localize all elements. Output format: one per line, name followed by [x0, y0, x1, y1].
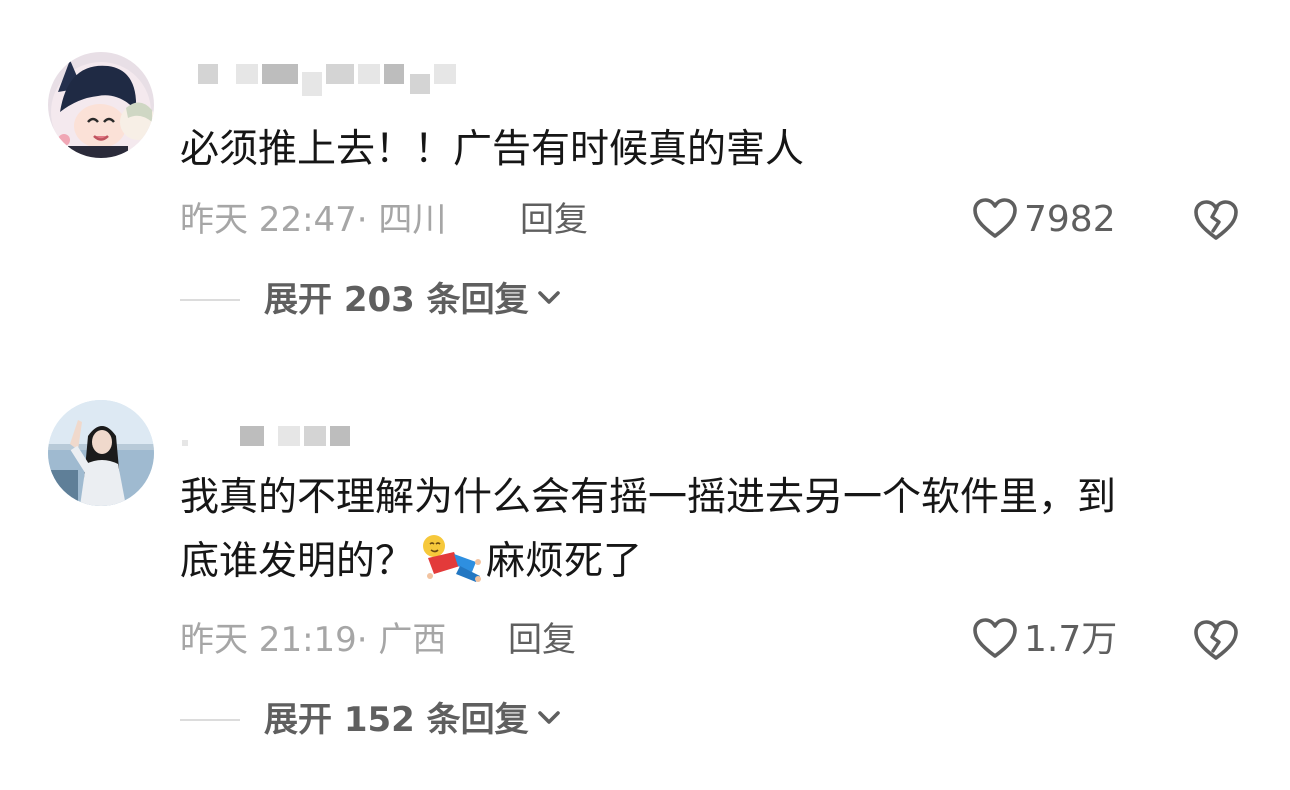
- comment-text-segment: 底谁发明的？: [180, 539, 415, 584]
- divider: [180, 719, 240, 721]
- expand-replies-label: 展开 203 条回复: [264, 280, 529, 320]
- comment-item: 必须推上去！！广告有时候真的害人 昨天 22:47· 四川 回复 7982 展开…: [0, 0, 1290, 360]
- comment-item: 我真的不理解为什么会有摇一摇进去另一个软件里，到 底谁发明的？ 麻烦死了 昨天 …: [0, 380, 1290, 790]
- comment-time: 昨天 22:47: [180, 200, 357, 240]
- lying-down-emoji-icon: [420, 532, 482, 584]
- comment-location: · 广西: [356, 620, 447, 660]
- avatar[interactable]: [48, 52, 154, 158]
- reply-button[interactable]: 回复: [508, 618, 576, 662]
- like-button[interactable]: 7982: [972, 198, 1116, 242]
- broken-heart-icon: [1192, 620, 1240, 666]
- expand-replies-button[interactable]: 展开 203 条回复: [180, 278, 561, 322]
- like-count: 7982: [1024, 199, 1116, 240]
- comment-text-segment: 麻烦死了: [486, 539, 643, 584]
- comment-text-line: 底谁发明的？ 麻烦死了: [180, 530, 1116, 594]
- expand-replies-button[interactable]: 展开 152 条回复: [180, 698, 561, 742]
- comment-time: 昨天 21:19: [180, 620, 357, 660]
- divider: [180, 299, 240, 301]
- dislike-button[interactable]: [1192, 618, 1240, 662]
- comment-meta: 昨天 22:47· 四川: [180, 198, 446, 242]
- comment-text-line: 我真的不理解为什么会有摇一摇进去另一个软件里，到: [180, 475, 1117, 520]
- heart-outline-icon: [972, 617, 1018, 663]
- reply-button[interactable]: 回复: [520, 198, 588, 242]
- comment-text: 我真的不理解为什么会有摇一摇进去另一个软件里，到 底谁发明的？ 麻烦死了: [180, 466, 1116, 594]
- username-redacted[interactable]: [182, 426, 362, 452]
- broken-heart-icon: [1192, 200, 1240, 246]
- heart-outline-icon: [972, 197, 1018, 243]
- like-button[interactable]: 1.7万: [972, 618, 1117, 662]
- comment-text: 必须推上去！！广告有时候真的害人: [180, 127, 805, 172]
- chevron-down-icon: [537, 710, 561, 730]
- username-redacted[interactable]: [198, 64, 458, 96]
- comment-meta: 昨天 21:19· 广西: [180, 618, 446, 662]
- dislike-button[interactable]: [1192, 198, 1240, 242]
- comment-location: · 四川: [356, 200, 447, 240]
- chevron-down-icon: [537, 290, 561, 310]
- like-count: 1.7万: [1024, 619, 1118, 660]
- avatar[interactable]: [48, 400, 154, 506]
- expand-replies-label: 展开 152 条回复: [264, 700, 529, 740]
